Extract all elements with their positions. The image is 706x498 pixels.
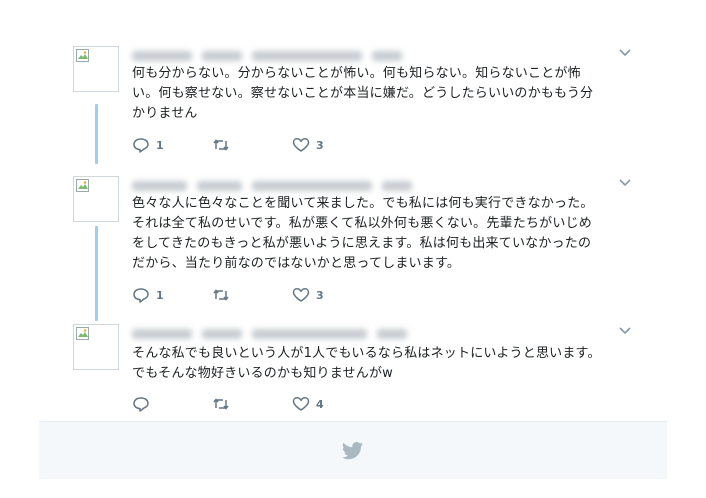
reply-icon: [133, 397, 149, 412]
retweet-button[interactable]: [212, 285, 236, 305]
tweet-header-blurred: [132, 176, 452, 191]
retweet-icon: [213, 139, 229, 151]
avatar[interactable]: [73, 46, 119, 92]
retweet-icon: [213, 398, 229, 410]
tweet-actions: 1 3: [132, 135, 552, 155]
chevron-down-icon[interactable]: [618, 48, 632, 58]
reply-button[interactable]: 1: [132, 285, 164, 305]
retweet-button[interactable]: [212, 135, 236, 155]
thread-line: [95, 104, 98, 164]
avatar[interactable]: [73, 176, 119, 222]
broken-image-icon: [76, 179, 89, 192]
tweet-text: 何も分からない。分からないことが怖い。何も知らない。知らないことが怖 い。何も察…: [132, 66, 594, 121]
twitter-bird-icon[interactable]: [342, 442, 364, 460]
tweet-text: 色々な人に色々なことを聞いて来ました。でも私には何も実行できなかった。 それは全…: [132, 196, 594, 271]
retweet-icon: [213, 289, 229, 301]
reply-button[interactable]: 1: [132, 135, 164, 155]
like-count: 3: [316, 288, 324, 302]
retweet-button[interactable]: [212, 394, 236, 414]
tweet-header-blurred: [132, 46, 452, 61]
tweet-actions: 4: [132, 394, 552, 414]
chevron-down-icon[interactable]: [618, 178, 632, 188]
tweet-actions: 1 3: [132, 285, 552, 305]
like-button[interactable]: 3: [292, 135, 324, 155]
chevron-down-icon[interactable]: [618, 326, 632, 336]
like-count: 3: [316, 138, 324, 152]
avatar[interactable]: [73, 324, 119, 370]
embed-footer: [39, 421, 667, 479]
reply-count: 1: [156, 288, 164, 302]
tweet-text: そんな私でも良いという人が1人でもいるなら私はネットにいようと思います。 でもそ…: [132, 346, 601, 381]
reply-icon: [133, 138, 149, 153]
heart-icon: [292, 288, 310, 302]
like-button[interactable]: 4: [292, 394, 324, 414]
like-button[interactable]: 3: [292, 285, 324, 305]
thread-line: [95, 226, 98, 321]
heart-icon: [292, 138, 310, 152]
reply-icon: [133, 288, 149, 303]
heart-icon: [292, 397, 310, 411]
like-count: 4: [316, 397, 324, 411]
broken-image-icon: [76, 49, 89, 62]
reply-count: 1: [156, 138, 164, 152]
tweet-header-blurred: [132, 324, 452, 339]
reply-button[interactable]: [132, 394, 156, 414]
broken-image-icon: [76, 327, 89, 340]
